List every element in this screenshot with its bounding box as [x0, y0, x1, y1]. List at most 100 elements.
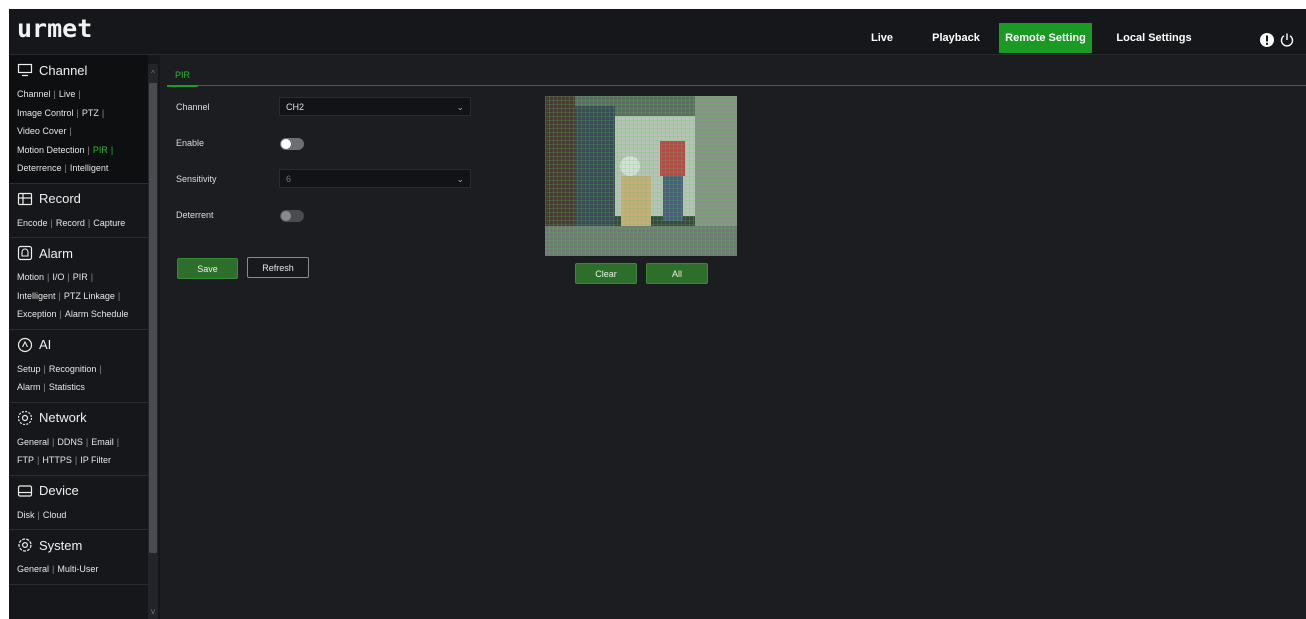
sidebar-link-channel[interactable]: Channel	[17, 89, 51, 99]
sidebar-links: Motion | I/O | PIR | Intelligent | PTZ Linkage | E…	[9, 268, 148, 324]
sidebar-link-email[interactable]: Email	[91, 437, 114, 447]
channel-select[interactable]: CH2 ⌄	[279, 97, 471, 116]
sidebar-links: Disk | Cloud	[9, 506, 148, 525]
separator: |	[53, 89, 56, 99]
separator: |	[110, 144, 114, 155]
sidebar-heading-channel[interactable]: Channel	[9, 55, 148, 85]
network-icon	[17, 410, 33, 426]
tab-pir[interactable]: PIR	[167, 65, 199, 87]
sidebar-link-image-control[interactable]: Image Control	[17, 108, 74, 118]
sidebar-link-intelligent[interactable]: Intelligent	[70, 163, 109, 173]
sidebar-link-row: Encode | Record | Capture	[17, 214, 148, 233]
sidebar-link-capture[interactable]: Capture	[93, 218, 125, 228]
sidebar-heading-label: Record	[39, 191, 81, 206]
sidebar-links: Channel | Live | Image Control | PTZ | Video Cov…	[9, 85, 148, 178]
sidebar-link-motion[interactable]: Motion	[17, 272, 44, 282]
deterrent-toggle[interactable]	[280, 210, 304, 222]
sidebar-heading-label: AI	[39, 337, 52, 352]
enable-toggle[interactable]	[280, 138, 304, 150]
sidebar-link-i-o[interactable]: I/O	[52, 272, 64, 282]
channel-label: Channel	[176, 102, 210, 112]
sidebar-link-cloud[interactable]: Cloud	[43, 510, 67, 520]
sidebar-link-exception[interactable]: Exception	[17, 309, 57, 319]
sidebar-link-setup[interactable]: Setup	[17, 364, 41, 374]
sidebar-heading-network[interactable]: Network	[9, 403, 148, 433]
sidebar-link-multi-user[interactable]: Multi-User	[57, 564, 98, 574]
sidebar-heading-ai[interactable]: AI	[9, 330, 148, 360]
separator: |	[59, 309, 62, 319]
sidebar-link-pir[interactable]: PIR	[93, 145, 108, 155]
sidebar-link-ftp[interactable]: FTP	[17, 455, 34, 465]
sidebar-link-ip-filter[interactable]: IP Filter	[80, 455, 111, 465]
sidebar-link-disk[interactable]: Disk	[17, 510, 35, 520]
separator: |	[87, 144, 90, 155]
scroll-up-icon[interactable]: ^	[149, 69, 157, 79]
sidebar-link-video-cover[interactable]: Video Cover	[17, 126, 66, 136]
nav-playback[interactable]: Playback	[926, 23, 986, 53]
sidebar-link-ptz[interactable]: PTZ	[82, 108, 99, 118]
sidebar-link-deterrence[interactable]: Deterrence	[17, 163, 62, 173]
separator: |	[85, 436, 89, 447]
separator: |	[58, 290, 61, 301]
separator: |	[50, 217, 53, 228]
sidebar-link-record[interactable]: Record	[56, 218, 85, 228]
sidebar-section-record: Record Encode | Record | Capture	[9, 184, 148, 238]
sidebar-link-row: Video Cover |	[17, 122, 148, 141]
scroll-down-icon[interactable]: v	[149, 607, 157, 617]
clear-button[interactable]: Clear	[575, 263, 637, 284]
sidebar-link-ddns[interactable]: DDNS	[57, 437, 83, 447]
sidebar-link-row: Disk | Cloud	[17, 506, 148, 525]
sidebar-heading-alarm[interactable]: Alarm	[9, 238, 148, 268]
all-button[interactable]: All	[646, 263, 708, 284]
nav-live[interactable]: Live	[862, 23, 902, 53]
info-icon[interactable]	[1259, 32, 1275, 48]
separator: |	[69, 126, 72, 136]
tab-bar: PIR	[167, 65, 1306, 87]
device-icon	[17, 483, 33, 499]
alarm-icon	[17, 245, 33, 261]
sidebar-heading-label: Network	[39, 410, 87, 425]
chevron-down-icon: ⌄	[456, 174, 464, 184]
save-button[interactable]: Save	[177, 258, 238, 279]
sidebar-link-alarm[interactable]: Alarm	[17, 382, 41, 392]
sidebar-link-row: Deterrence | Intelligent	[17, 159, 148, 178]
separator: |	[52, 436, 55, 447]
sidebar-link-row: Intelligent | PTZ Linkage |	[17, 287, 148, 306]
sidebar-link-intelligent[interactable]: Intelligent	[17, 291, 56, 301]
sidebar-link-ptz-linkage[interactable]: PTZ Linkage	[64, 291, 115, 301]
nav-local-settings[interactable]: Local Settings	[1109, 23, 1199, 53]
separator: |	[101, 107, 105, 118]
sidebar-heading-record[interactable]: Record	[9, 184, 148, 214]
pir-area-preview[interactable]	[545, 96, 737, 256]
separator: |	[47, 272, 50, 282]
sidebar-link-motion-detection[interactable]: Motion Detection	[17, 145, 85, 155]
sidebar-link-general[interactable]: General	[17, 564, 49, 574]
sidebar-link-alarm-schedule[interactable]: Alarm Schedule	[65, 309, 129, 319]
separator: |	[78, 89, 81, 99]
sidebar-link-recognition[interactable]: Recognition	[49, 364, 97, 374]
sidebar-heading-system[interactable]: System	[9, 530, 148, 560]
sidebar-link-row: Channel | Live |	[17, 85, 148, 104]
enable-label: Enable	[176, 138, 205, 148]
separator: |	[99, 363, 102, 374]
separator: |	[87, 217, 91, 228]
sidebar-link-https[interactable]: HTTPS	[42, 455, 72, 465]
separator: |	[64, 163, 67, 173]
sidebar-heading-label: System	[39, 537, 83, 553]
system-icon	[17, 537, 33, 553]
sidebar-link-row: Motion | I/O | PIR |	[17, 268, 148, 287]
sidebar-link-live[interactable]: Live	[59, 89, 76, 99]
sidebar-link-statistics[interactable]: Statistics	[49, 382, 85, 392]
sidebar-scroll-thumb[interactable]	[149, 83, 157, 553]
nav-remote-setting[interactable]: Remote Setting	[999, 23, 1092, 53]
sidebar-link-pir[interactable]: PIR	[73, 272, 88, 282]
sensitivity-select[interactable]: 6 ⌄	[279, 169, 471, 188]
sidebar-section-ai: AI Setup | Recognition | Alarm | Statistics	[9, 330, 148, 403]
sidebar-link-row: FTP | HTTPS | IP Filter	[17, 451, 148, 470]
refresh-button[interactable]: Refresh	[247, 257, 309, 278]
sidebar-link-encode[interactable]: Encode	[17, 218, 48, 228]
sidebar-heading-device[interactable]: Device	[9, 476, 148, 506]
power-icon[interactable]	[1279, 32, 1295, 48]
separator: |	[76, 107, 79, 118]
sidebar-link-general[interactable]: General	[17, 437, 49, 447]
